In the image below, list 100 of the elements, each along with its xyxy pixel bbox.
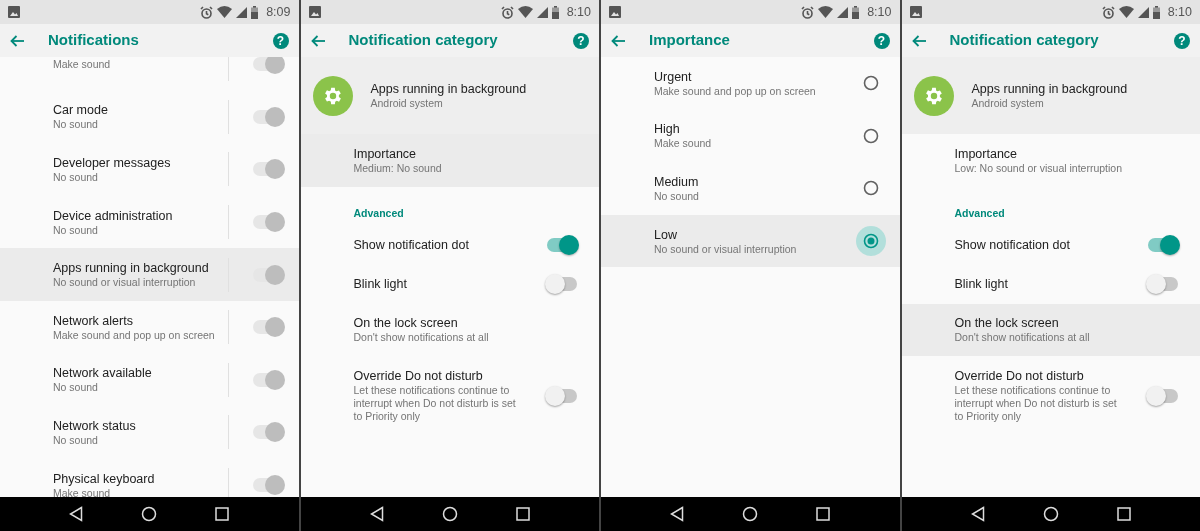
row-subtitle: Low: No sound or visual interruption (954, 161, 1123, 175)
home-icon[interactable] (1042, 506, 1059, 522)
alarm-icon (500, 5, 514, 19)
row-title: Blink light (353, 276, 408, 293)
alarm-icon (200, 5, 214, 19)
row-subtitle: No sound (53, 223, 99, 237)
back-arrow-icon[interactable] (611, 34, 625, 47)
row-subtitle: Make sound (53, 57, 112, 71)
screen-title: Notification category (949, 30, 1100, 51)
row-subtitle: Make sound (654, 137, 713, 151)
status-time: 8:10 (867, 3, 892, 21)
status-time: 8:10 (1167, 3, 1192, 21)
row-title: Medium (654, 174, 700, 190)
radio-button[interactable] (862, 180, 879, 197)
alarm-icon (1101, 5, 1115, 19)
option-row[interactable]: Low No sound or visual interruption (601, 214, 900, 268)
back-icon[interactable] (670, 506, 685, 522)
row-title: Importance (954, 145, 1019, 162)
setting-row[interactable]: Importance Medium: No sound (300, 134, 599, 187)
row-subtitle: Don't show notifications at all (954, 331, 1091, 345)
row-subtitle: No sound (53, 171, 99, 184)
back-icon[interactable] (69, 506, 84, 522)
recents-icon[interactable] (816, 507, 831, 521)
row-title: Override Do not disturb (353, 368, 484, 385)
back-icon[interactable] (369, 506, 384, 522)
signal-icon (236, 6, 248, 18)
app-source: Android system (971, 97, 1045, 110)
toggle-switch[interactable] (1146, 273, 1180, 296)
row-title: On the lock screen (954, 315, 1060, 332)
alarm-icon (801, 5, 815, 19)
recents-icon[interactable] (1116, 507, 1131, 521)
row-subtitle: Make sound and pop up on screen (654, 84, 817, 98)
image-icon (8, 6, 20, 18)
row-title: Network available (53, 365, 153, 382)
row-subtitle: Let these notifications continue to interrupt when Do not disturb is set to Priority only (353, 384, 517, 424)
battery-icon (852, 5, 860, 19)
row-title: High (654, 121, 681, 138)
row-title: On the lock screen (353, 315, 459, 332)
row-subtitle: Medium: No sound (353, 161, 443, 175)
wifi-icon (517, 6, 533, 18)
radio-button[interactable] (862, 127, 879, 144)
row-subtitle: Let these notifications continue to interrupt when Do not disturb is set to Priority only (954, 384, 1118, 424)
row-title: Developer messages (53, 155, 172, 171)
row-title: Device administration (53, 207, 174, 224)
row-title: Car mode (53, 102, 109, 119)
toggle-switch[interactable] (545, 273, 579, 296)
row-title: Blink light (954, 276, 1009, 293)
section-label: Advanced (352, 205, 405, 221)
row-subtitle: No sound (53, 118, 99, 132)
recents-icon[interactable] (215, 507, 230, 521)
image-icon (308, 6, 321, 18)
home-icon[interactable] (441, 506, 458, 522)
row-title: Importance (353, 145, 418, 162)
toggle-switch[interactable] (1146, 384, 1180, 407)
setting-row[interactable]: On the lock screen Don't show notifications at all (901, 303, 1200, 357)
screen-title: Notifications (48, 30, 140, 51)
toggle-switch[interactable] (545, 384, 579, 407)
row-title: Apps running in background (53, 260, 210, 277)
help-button[interactable]: ? (873, 32, 890, 49)
app-icon (913, 75, 954, 116)
back-arrow-icon[interactable] (10, 34, 24, 47)
row-subtitle: Don't show notifications at all (353, 331, 490, 345)
row-title: Override Do not disturb (954, 368, 1085, 385)
row-subtitle: No sound (53, 433, 99, 447)
signal-icon (1137, 6, 1149, 18)
row-subtitle: No sound (654, 190, 700, 203)
radio-button[interactable] (862, 75, 879, 92)
radio-button[interactable] (862, 233, 879, 250)
row-title: Network status (53, 417, 137, 434)
row-title: Network alerts (53, 312, 134, 329)
image-icon (909, 6, 922, 18)
wifi-icon (217, 6, 233, 18)
home-icon[interactable] (141, 506, 158, 522)
status-time: 8:10 (566, 3, 591, 21)
row-title: Low (654, 226, 678, 243)
toggle-switch[interactable] (1146, 234, 1180, 257)
back-arrow-icon[interactable] (310, 34, 325, 47)
signal-icon (536, 6, 548, 18)
help-button[interactable]: ? (1174, 32, 1190, 49)
status-time: 8:09 (266, 3, 291, 21)
row-title: Physical keyboard (53, 470, 156, 487)
back-arrow-icon[interactable] (911, 34, 926, 47)
recents-icon[interactable] (515, 507, 530, 521)
app-name: Apps running in background (971, 81, 1128, 97)
help-button[interactable]: ? (573, 32, 589, 49)
screen-title: Importance (649, 30, 731, 51)
row-subtitle: No sound (53, 381, 99, 395)
row-subtitle: Make sound and pop up on screen (53, 328, 216, 342)
row-subtitle: No sound or visual interruption (53, 276, 197, 290)
home-icon[interactable] (742, 506, 759, 522)
battery-icon (251, 5, 259, 19)
row-subtitle: Make sound (53, 486, 112, 497)
back-icon[interactable] (970, 506, 985, 522)
battery-icon (1152, 5, 1160, 19)
row-title: Show notification dot (353, 237, 470, 254)
toggle-switch[interactable] (545, 234, 579, 257)
row-title: Show notification dot (954, 237, 1071, 254)
wifi-icon (818, 6, 834, 18)
app-source: Android system (370, 97, 444, 110)
help-button[interactable]: ? (272, 32, 289, 49)
